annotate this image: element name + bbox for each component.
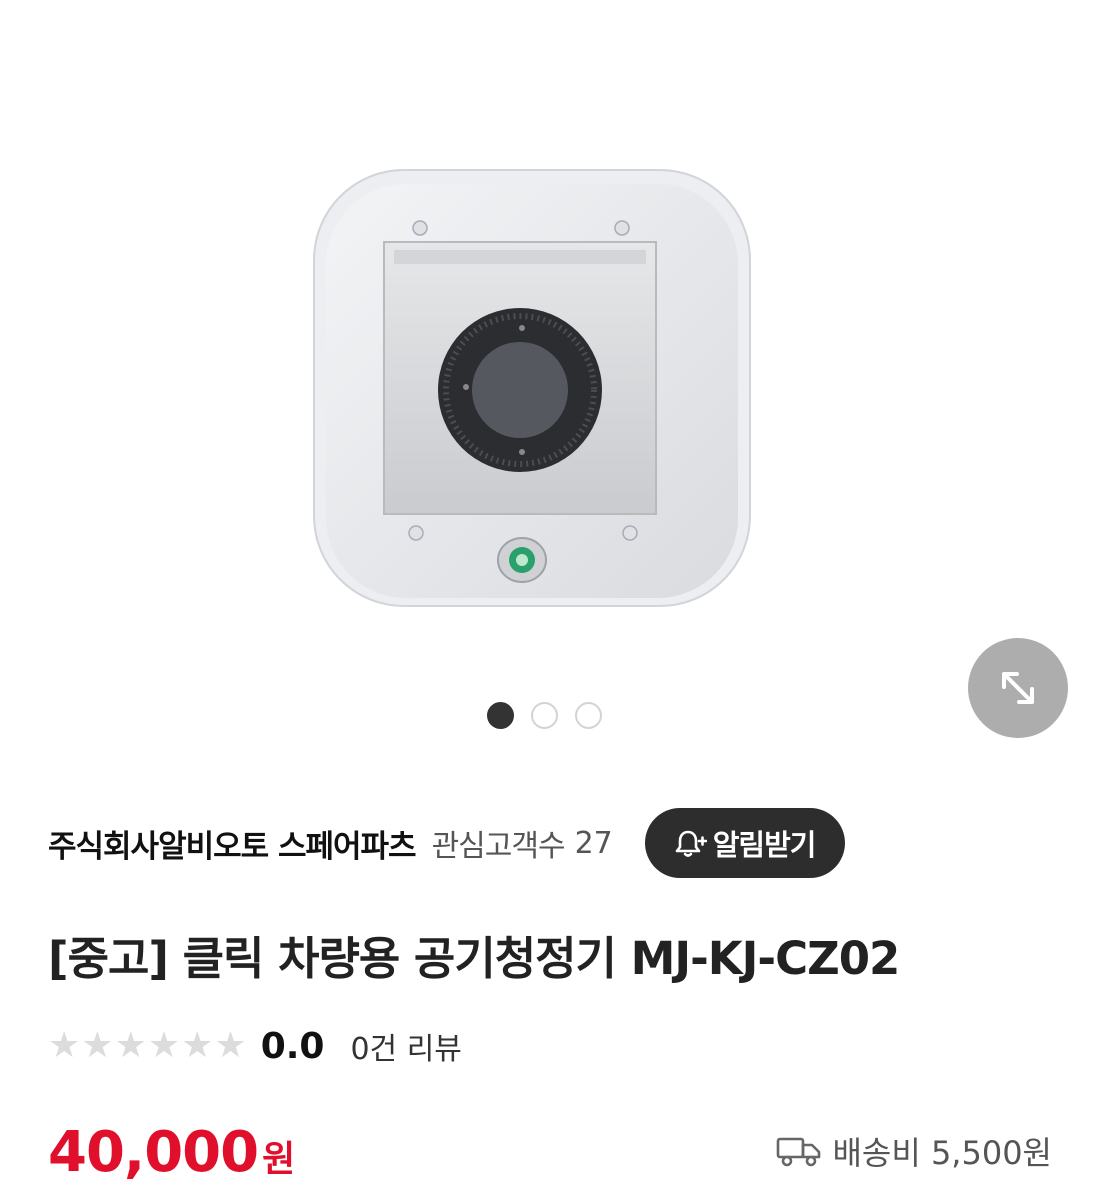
price-unit: 원	[262, 1139, 295, 1180]
interest-count: 27	[574, 825, 613, 861]
price-row: 40,000 원 배송비 5,500원	[48, 1120, 1058, 1190]
review-count-link[interactable]: 0건 리뷰	[350, 1024, 461, 1068]
star-empty-icon: ★	[81, 1025, 114, 1066]
interest-label: 관심고객수	[431, 829, 566, 864]
price: 40,000 원	[48, 1120, 295, 1185]
seller-name[interactable]: 주식회사알비오토 스페어파츠	[48, 821, 417, 866]
seller-info-row: 주식회사알비오토 스페어파츠 관심고객수 27 알림받기	[48, 808, 1058, 878]
subscribe-alert-button[interactable]: 알림받기	[644, 808, 846, 878]
star-empty-icon: ★	[114, 1025, 147, 1066]
rating-stars: ★ ★ ★ ★ ★ ★	[48, 1028, 247, 1064]
expand-image-button[interactable]	[968, 638, 1068, 738]
rating-row[interactable]: ★ ★ ★ ★ ★ ★ 0.0 0건 리뷰	[48, 1022, 462, 1070]
expand-arrows-icon	[1002, 672, 1034, 704]
shipping-fee-label: 배송비 5,500원	[832, 1134, 1052, 1172]
star-empty-icon: ★	[147, 1025, 181, 1066]
star-empty-icon: ★	[181, 1025, 214, 1066]
image-pagination	[487, 702, 602, 729]
shipping-fee: 배송비 5,500원	[776, 1128, 1052, 1174]
star-empty-icon: ★	[214, 1025, 247, 1066]
pagination-dot[interactable]	[575, 702, 602, 729]
bell-plus-icon	[675, 830, 707, 857]
price-amount: 40,000	[48, 1120, 259, 1185]
product-image[interactable]	[300, 160, 760, 620]
product-image-gallery[interactable]	[0, 0, 1098, 760]
pagination-dot[interactable]	[531, 702, 558, 729]
truck-icon	[777, 1137, 821, 1167]
star-empty-icon: ★	[48, 1025, 81, 1066]
rating-score: 0.0	[260, 1025, 325, 1067]
alert-button-label: 알림받기	[712, 828, 817, 862]
pagination-dot-active[interactable]	[487, 702, 514, 729]
product-title: [중고] 클릭 차량용 공기청정기 MJ-KJ-CZ02	[48, 932, 900, 985]
